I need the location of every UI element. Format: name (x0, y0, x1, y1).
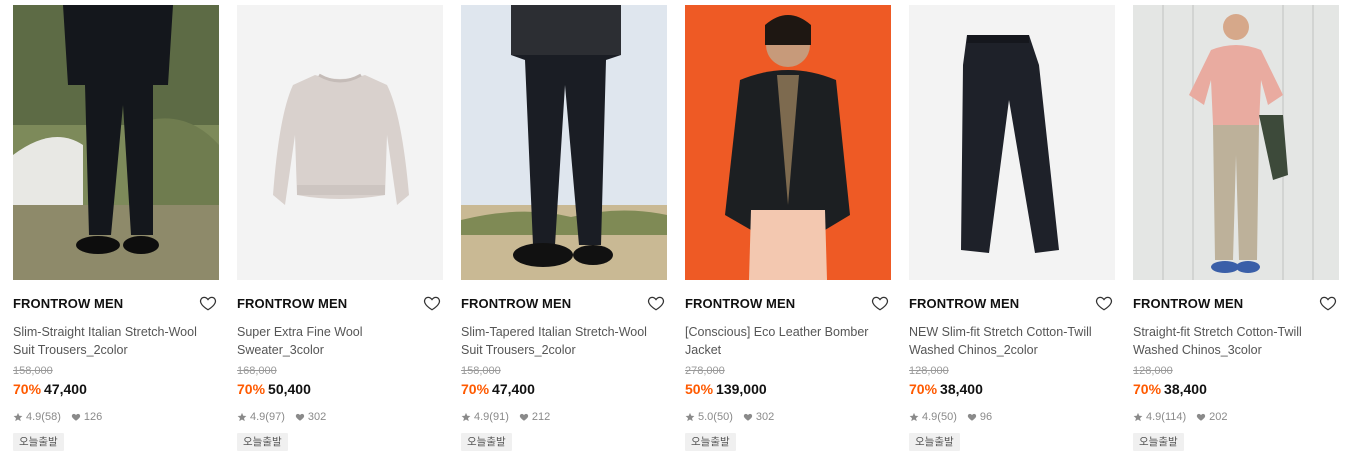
brand-name[interactable]: FRONTROW MEN (13, 296, 123, 311)
product-meta: 4.9 (50) 96 (909, 410, 1115, 424)
original-price: 278,000 (685, 365, 725, 377)
review-count: (91) (489, 411, 509, 423)
shipping-badge: 오늘출발 (13, 433, 64, 451)
discount-rate: 70% (461, 381, 490, 397)
brand-name[interactable]: FRONTROW MEN (909, 296, 1019, 311)
like-count: 96 (979, 411, 993, 423)
brand-name[interactable]: FRONTROW MEN (1133, 296, 1243, 311)
rating: 4.9 (1146, 411, 1162, 423)
sale-price: 50,400 (268, 381, 311, 397)
rating: 5.0 (698, 411, 714, 423)
brand-name[interactable]: FRONTROW MEN (685, 296, 795, 311)
product-image[interactable] (685, 5, 891, 280)
like-count: 202 (1209, 411, 1228, 423)
star-icon (461, 412, 471, 422)
heart-filled-icon (967, 413, 977, 421)
product-card[interactable]: FRONTROW MEN Straight-fit Stretch Cotton… (1133, 5, 1339, 451)
product-name[interactable]: Straight-fit Stretch Cotton-Twill Washed… (1133, 323, 1339, 359)
price-row: 70% 50,400 (237, 380, 443, 398)
product-name[interactable]: [Conscious] Eco Leather Bomber Jacket (685, 323, 891, 359)
product-image[interactable] (1133, 5, 1339, 280)
heart-icon[interactable] (199, 294, 217, 312)
review-count: (97) (265, 411, 285, 423)
rating: 4.9 (474, 411, 490, 423)
heart-icon[interactable] (1319, 294, 1337, 312)
heart-icon[interactable] (871, 294, 889, 312)
rating: 4.9 (250, 411, 266, 423)
product-card[interactable]: FRONTROW MEN NEW Slim-fit Stretch Cotton… (909, 5, 1115, 451)
like-count: 126 (83, 411, 103, 423)
product-card[interactable]: FRONTROW MEN Slim-Tapered Italian Stretc… (461, 5, 667, 451)
heart-filled-icon (519, 413, 529, 421)
like-count: 302 (755, 411, 775, 423)
original-price: 128,000 (909, 365, 949, 377)
product-meta: 4.9 (114) 202 (1133, 410, 1339, 424)
product-meta: 5.0 (50) 302 (685, 410, 891, 424)
discount-rate: 70% (237, 381, 266, 397)
review-count: (50) (713, 411, 733, 423)
heart-icon[interactable] (1095, 294, 1113, 312)
product-card[interactable]: FRONTROW MEN [Conscious] Eco Leather Bom… (685, 5, 891, 451)
discount-rate: 70% (909, 381, 938, 397)
product-image[interactable] (461, 5, 667, 280)
brand-name[interactable]: FRONTROW MEN (237, 296, 347, 311)
review-count: (50) (937, 411, 957, 423)
sale-price: 38,400 (1164, 381, 1207, 397)
price-row: 70% 47,400 (461, 380, 667, 398)
rating: 4.9 (26, 411, 42, 423)
price-row: 70% 47,400 (13, 380, 219, 398)
sale-price: 38,400 (940, 381, 983, 397)
product-name[interactable]: Slim-Tapered Italian Stretch-Wool Suit T… (461, 323, 667, 359)
product-name[interactable]: Super Extra Fine Wool Sweater_3color (237, 323, 443, 359)
shipping-badge: 오늘출발 (909, 433, 960, 451)
star-icon (237, 412, 247, 422)
product-image[interactable] (237, 5, 443, 280)
heart-filled-icon (743, 413, 753, 421)
original-price: 168,000 (237, 365, 277, 377)
rating: 4.9 (922, 411, 938, 423)
sale-price: 47,400 (44, 381, 87, 397)
star-icon (13, 412, 23, 422)
review-count: (114) (1161, 411, 1187, 423)
product-card[interactable]: FRONTROW MEN Slim-Straight Italian Stret… (13, 5, 219, 451)
discount-rate: 70% (1133, 381, 1162, 397)
shipping-badge: 오늘출발 (685, 433, 736, 451)
product-grid: FRONTROW MEN Slim-Straight Italian Stret… (0, 0, 1350, 475)
price-row: 70% 38,400 (909, 380, 1115, 398)
review-count: (58) (41, 411, 61, 423)
sale-price: 47,400 (492, 381, 535, 397)
original-price: 128,000 (1133, 365, 1173, 377)
shipping-badge: 오늘출발 (1133, 433, 1184, 451)
like-count: 302 (307, 411, 327, 423)
original-price: 158,000 (13, 365, 53, 377)
product-image[interactable] (909, 5, 1115, 280)
heart-filled-icon (295, 413, 305, 421)
star-icon (909, 412, 919, 422)
heart-filled-icon (1197, 413, 1206, 421)
product-meta: 4.9 (91) 212 (461, 410, 667, 424)
product-card[interactable]: FRONTROW MEN Super Extra Fine Wool Sweat… (237, 5, 443, 451)
star-icon (1133, 412, 1143, 422)
product-meta: 4.9 (58) 126 (13, 410, 219, 424)
like-count: 212 (531, 411, 551, 423)
heart-icon[interactable] (647, 294, 665, 312)
star-icon (685, 412, 695, 422)
price-row: 50% 139,000 (685, 380, 891, 398)
brand-name[interactable]: FRONTROW MEN (461, 296, 571, 311)
product-image[interactable] (13, 5, 219, 280)
heart-filled-icon (71, 413, 81, 421)
discount-rate: 50% (685, 381, 714, 397)
product-meta: 4.9 (97) 302 (237, 410, 443, 424)
heart-icon[interactable] (423, 294, 441, 312)
product-name[interactable]: NEW Slim-fit Stretch Cotton-Twill Washed… (909, 323, 1115, 359)
original-price: 158,000 (461, 365, 501, 377)
sale-price: 139,000 (716, 381, 767, 397)
discount-rate: 70% (13, 381, 42, 397)
product-name[interactable]: Slim-Straight Italian Stretch-Wool Suit … (13, 323, 219, 359)
shipping-badge: 오늘출발 (461, 433, 512, 451)
price-row: 70% 38,400 (1133, 380, 1339, 398)
shipping-badge: 오늘출발 (237, 433, 288, 451)
